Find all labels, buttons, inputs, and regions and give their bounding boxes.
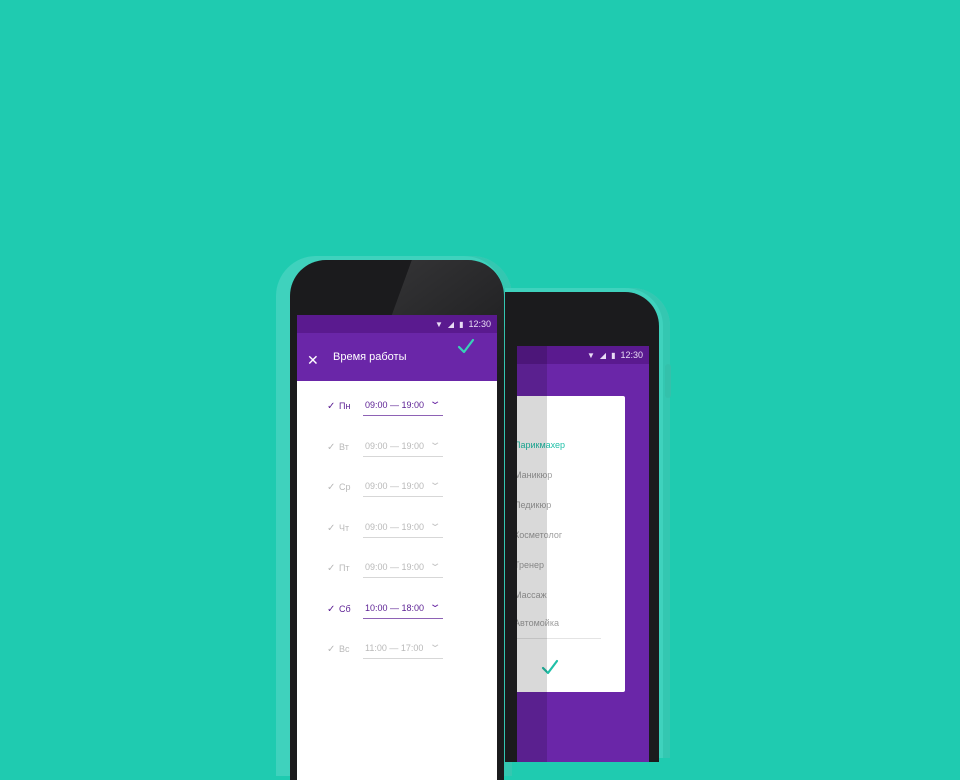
field-underline [363,617,443,619]
day-row-sun[interactable]: ✓ Вс 11:00 — 17:00 ⌄ [297,634,497,675]
status-time: 12:30 [620,350,643,360]
check-icon[interactable]: ✓ [327,604,335,615]
field-underline [363,536,443,538]
battery-icon: ▮ [611,350,616,360]
day-label: Вт [339,441,349,452]
day-row-mon[interactable]: ✓ Пн 09:00 — 19:00 ⌄ [297,391,497,432]
day-label: Пн [339,401,351,411]
time-range[interactable]: 09:00 — 19:00 [365,481,424,491]
check-icon[interactable]: ✓ [327,482,335,493]
field-underline [363,577,443,578]
check-icon[interactable]: ✓ [327,644,335,655]
day-label: Вс [339,644,350,654]
time-range[interactable]: 11:00 — 17:00 [365,643,423,653]
time-range[interactable]: 09:00 — 19:00 [365,562,424,572]
field-underline [363,496,443,497]
field-underline [363,415,443,416]
status-bar: ▼ ◢ ▮ 12:30 [297,315,497,333]
field-underline [363,455,443,457]
day-label: Пт [339,563,350,573]
day-label: Чт [339,522,350,533]
day-row-wed[interactable]: ✓ Ср 09:00 — 19:00 ⌄ [297,472,497,513]
day-row-thu[interactable]: ✓ Чт 09:00 — 19:00 ⌄ [297,513,497,554]
chevron-down-icon[interactable]: ⌄ [429,558,442,569]
check-icon[interactable]: ✓ [327,442,335,453]
check-icon[interactable]: ✓ [327,401,335,412]
page-title: Время работы [333,351,407,363]
signal-icon: ◢ [447,319,455,329]
time-range[interactable]: 09:00 — 19:00 [365,522,424,532]
phone-bezel: ▼ ◢ ▮ 12:30 Парикмахер Маникюр Педикюр К… [505,292,659,762]
day-label: Ср [339,482,351,492]
days-list: ✓ Пн 09:00 — 19:00 ⌄ ✓ Вт 09:00 — 19:00 … [297,381,497,675]
check-icon[interactable]: ✓ [327,563,335,574]
chevron-down-icon[interactable]: ⌄ [429,639,442,650]
phone-side-button [665,364,671,398]
close-icon[interactable]: ✕ [307,353,319,367]
chevron-down-icon[interactable]: ⌄ [429,518,442,529]
chevron-down-icon[interactable]: ⌄ [429,599,442,610]
field-underline [363,658,443,659]
time-range[interactable]: 10:00 — 18:00 [365,603,424,613]
time-range[interactable]: 09:00 — 19:00 [365,441,424,451]
wifi-icon: ▼ [434,319,443,329]
chevron-down-icon[interactable]: ⌄ [429,477,442,488]
phone-working-hours: ▼ ◢ ▮ 12:30 ✕ Время работы ✓ Пн 09:00 — … [276,256,512,780]
day-row-fri[interactable]: ✓ Пт 09:00 — 19:00 ⌄ [297,553,497,594]
phone-categories: ▼ ◢ ▮ 12:30 Парикмахер Маникюр Педикюр К… [505,288,671,762]
day-label: Сб [339,603,351,614]
status-time: 12:30 [468,319,491,329]
confirm-check-icon[interactable] [457,338,475,354]
battery-icon: ▮ [459,319,464,329]
working-hours-screen: ▼ ◢ ▮ 12:30 ✕ Время работы ✓ Пн 09:00 — … [297,315,497,780]
wifi-icon: ▼ [586,350,595,360]
chevron-down-icon[interactable]: ⌄ [429,437,442,448]
chevron-down-icon[interactable]: ⌄ [429,396,442,407]
day-row-sat[interactable]: ✓ Сб 10:00 — 18:00 ⌄ [297,594,497,635]
signal-icon: ◢ [599,350,607,360]
check-icon[interactable]: ✓ [327,523,335,534]
day-row-tue[interactable]: ✓ Вт 09:00 — 19:00 ⌄ [297,432,497,473]
time-range[interactable]: 09:00 — 19:00 [365,400,424,410]
